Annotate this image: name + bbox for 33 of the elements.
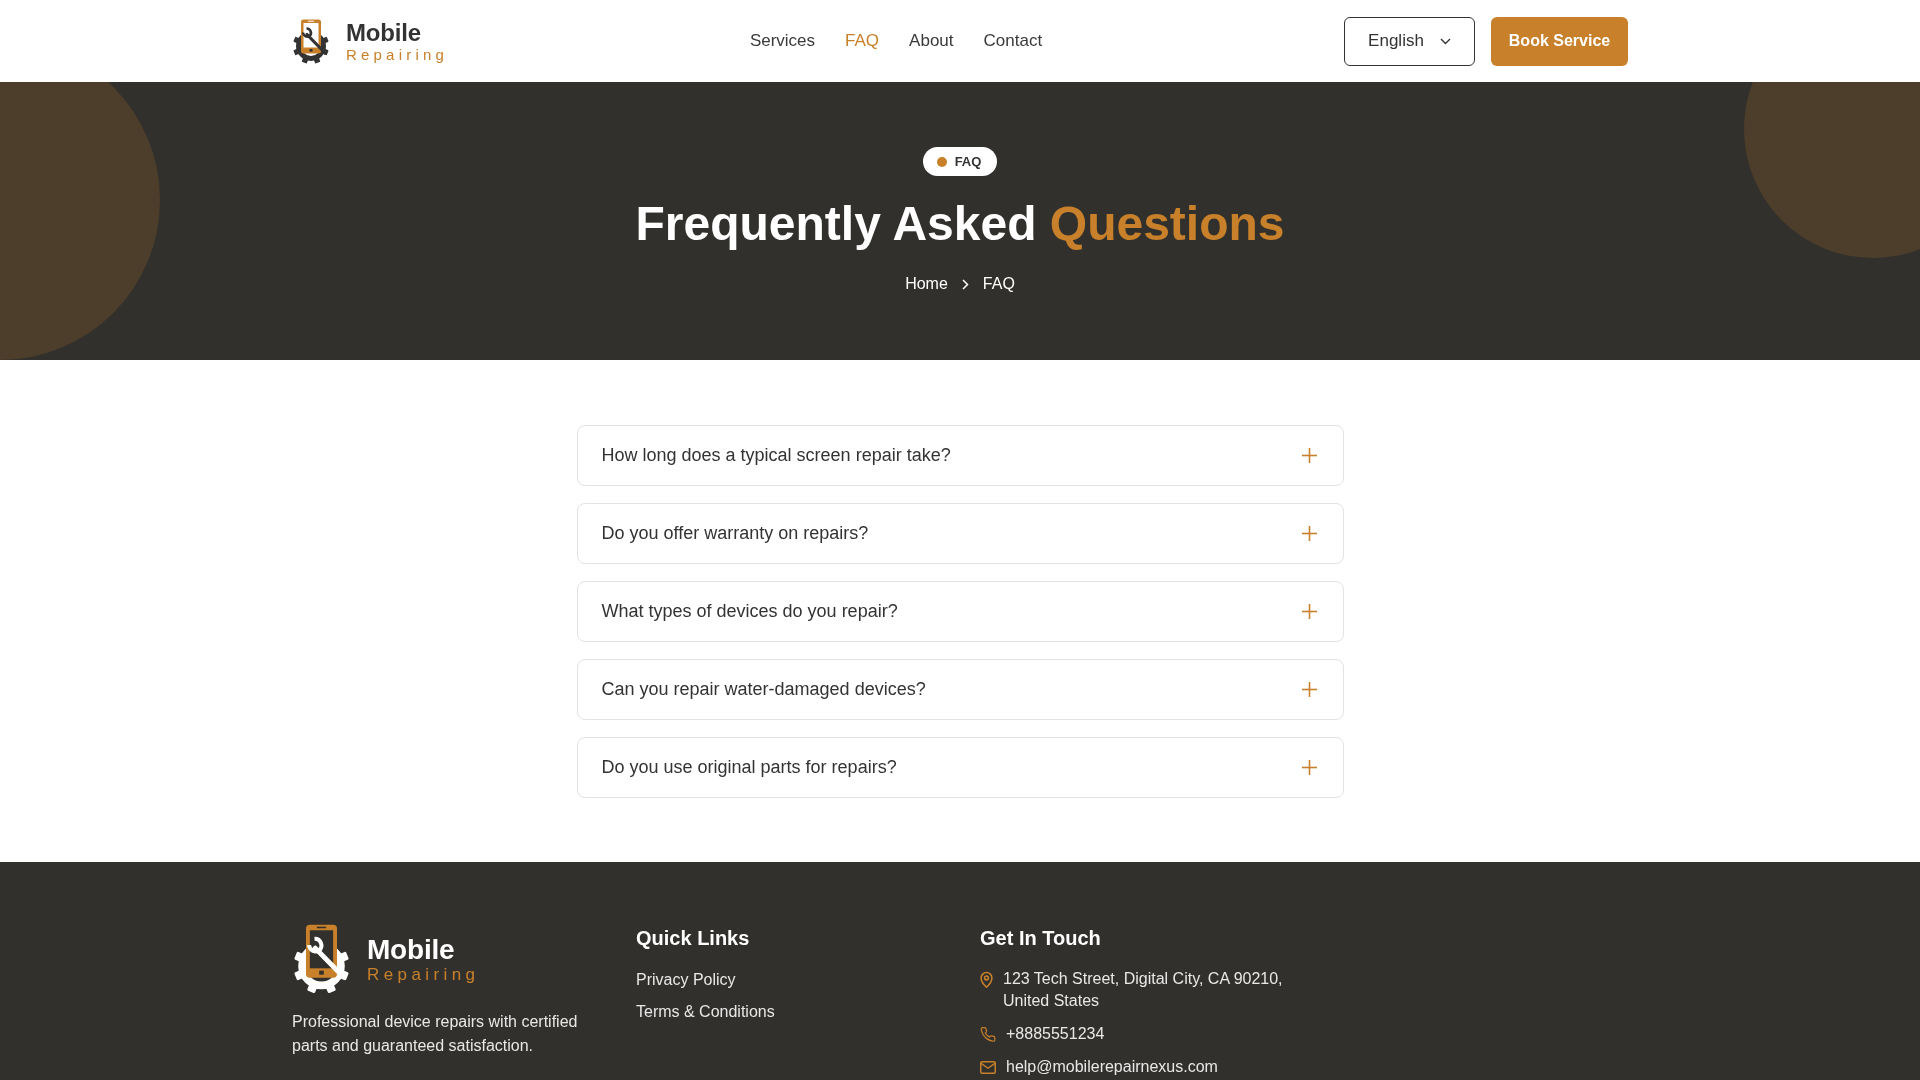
column-heading: Get In Touch [980,926,1102,951]
mail-icon [980,1060,996,1075]
address-text: 123 Tech Street, Digital City, CA 90210, United States [1003,969,1284,1011]
badge-label: FAQ [954,154,982,169]
accordion-item[interactable]: Do you use original parts for repairs? [576,737,1344,798]
location-pin-icon [980,971,993,988]
chevron-down-icon [1439,37,1451,45]
nav-link[interactable]: About [909,31,954,51]
logo-icon [292,18,330,64]
dot-icon [936,156,947,167]
footer-description: Professional device repairs with certified parts and guaranteed satisfaction. [292,1012,579,1056]
accordion-item[interactable]: What types of devices do you repair? [576,581,1344,642]
page-title: Frequently Asked Questions [635,196,1285,252]
brand-tagline: Repairing [367,964,480,984]
brand-name: Mobile [367,934,455,965]
accordion-item[interactable]: Do you offer warranty on repairs? [576,503,1344,564]
footer-link[interactable]: Privacy Policy [636,968,736,992]
footer-link[interactable]: Terms & Conditions [636,1000,775,1024]
column-heading: Quick Links [636,926,751,951]
accordion-item[interactable]: Can you repair water-damaged devices? [576,659,1344,720]
chevron-right-icon [961,278,969,290]
breadcrumb-link[interactable]: FAQ [982,272,1015,296]
logo-icon [292,924,351,994]
brand-tagline: Repairing [346,45,448,63]
email-link[interactable]: help@mobilerepairnexus.com [1006,1056,1218,1078]
nav-link[interactable]: Contact [983,31,1043,51]
phone-icon [980,1027,996,1042]
breadcrumb-link[interactable]: Home [905,272,948,296]
nav-link[interactable]: Services [749,31,816,51]
accordion-item[interactable]: How long does a typical screen repair take? [576,425,1344,486]
language-dropdown[interactable]: English [1344,16,1475,66]
phone-link[interactable]: +8885551234 [1006,1023,1105,1045]
brand-name: Mobile [346,19,421,46]
